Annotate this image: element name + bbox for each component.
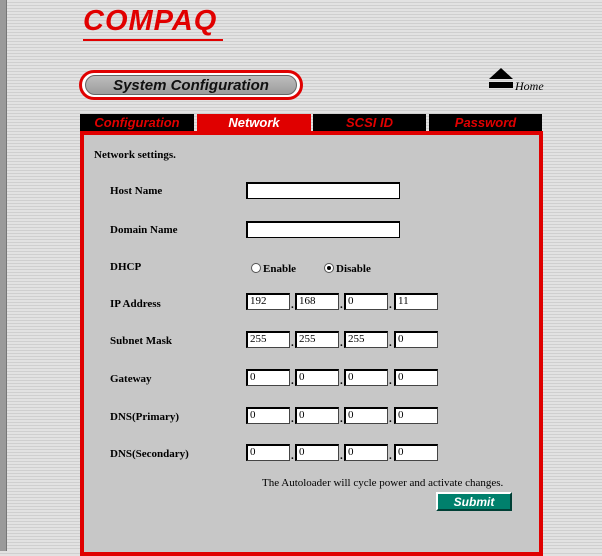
logo-underline xyxy=(83,39,223,41)
subnet-octet-4[interactable]: 0 xyxy=(394,331,438,348)
octet-separator: . xyxy=(389,413,392,425)
home-link[interactable]: Home xyxy=(488,66,548,102)
gateway-label: Gateway xyxy=(110,373,152,385)
octet-separator: . xyxy=(389,450,392,462)
subnet-mask-label: Subnet Mask xyxy=(110,335,173,347)
compaq-logo: COMPAQ xyxy=(83,5,218,37)
subnet-octet-3[interactable]: 255 xyxy=(344,331,388,348)
network-settings-panel: Network settings. Host Name Domain Name … xyxy=(80,131,543,556)
dns-secondary-label: DNS(Secondary) xyxy=(110,448,189,460)
dns-primary-label: DNS(Primary) xyxy=(110,411,180,423)
dns-secondary-octet-2[interactable]: 0 xyxy=(295,444,339,461)
gateway-octet-4[interactable]: 0 xyxy=(394,369,438,386)
octet-separator: . xyxy=(389,299,392,311)
tab-configuration[interactable]: Configuration xyxy=(80,114,194,131)
tab-scsi-id[interactable]: SCSI ID xyxy=(313,114,426,131)
dns-primary-octet-1[interactable]: 0 xyxy=(246,407,290,424)
window-left-edge xyxy=(0,0,7,551)
dhcp-enable-label[interactable]: Enable xyxy=(263,263,296,275)
ip-address-label: IP Address xyxy=(110,298,161,310)
submit-button[interactable]: Submit xyxy=(436,492,512,511)
page-title: System Configuration xyxy=(85,75,297,95)
dns-primary-octet-4[interactable]: 0 xyxy=(394,407,438,424)
tab-password[interactable]: Password xyxy=(429,114,542,131)
dhcp-enable-radio[interactable] xyxy=(251,263,261,273)
host-name-input[interactable] xyxy=(246,182,400,199)
gateway-octet-2[interactable]: 0 xyxy=(295,369,339,386)
octet-separator: . xyxy=(389,375,392,387)
dns-primary-octet-3[interactable]: 0 xyxy=(344,407,388,424)
host-name-label: Host Name xyxy=(110,185,163,197)
ip-octet-3[interactable]: 0 xyxy=(344,293,388,310)
dhcp-disable-label[interactable]: Disable xyxy=(336,263,371,275)
dhcp-label: DHCP xyxy=(110,261,142,273)
dns-primary-octet-2[interactable]: 0 xyxy=(295,407,339,424)
power-cycle-note: The Autoloader will cycle power and acti… xyxy=(262,477,504,489)
ip-octet-2[interactable]: 168 xyxy=(295,293,339,310)
panel-heading: Network settings. xyxy=(94,149,176,161)
dns-secondary-octet-4[interactable]: 0 xyxy=(394,444,438,461)
domain-name-input[interactable] xyxy=(246,221,400,238)
tab-network[interactable]: Network xyxy=(197,114,311,131)
gateway-octet-3[interactable]: 0 xyxy=(344,369,388,386)
dhcp-disable-radio[interactable] xyxy=(324,263,334,273)
subnet-octet-2[interactable]: 255 xyxy=(295,331,339,348)
ip-octet-4[interactable]: 11 xyxy=(394,293,438,310)
ip-octet-1[interactable]: 192 xyxy=(246,293,290,310)
gateway-octet-1[interactable]: 0 xyxy=(246,369,290,386)
octet-separator: . xyxy=(389,337,392,349)
eject-icon[interactable] xyxy=(488,66,514,90)
dns-secondary-octet-3[interactable]: 0 xyxy=(344,444,388,461)
section-title-badge: System Configuration xyxy=(79,70,303,100)
domain-name-label: Domain Name xyxy=(110,224,178,236)
dns-secondary-octet-1[interactable]: 0 xyxy=(246,444,290,461)
home-label[interactable]: Home xyxy=(515,79,544,94)
subnet-octet-1[interactable]: 255 xyxy=(246,331,290,348)
